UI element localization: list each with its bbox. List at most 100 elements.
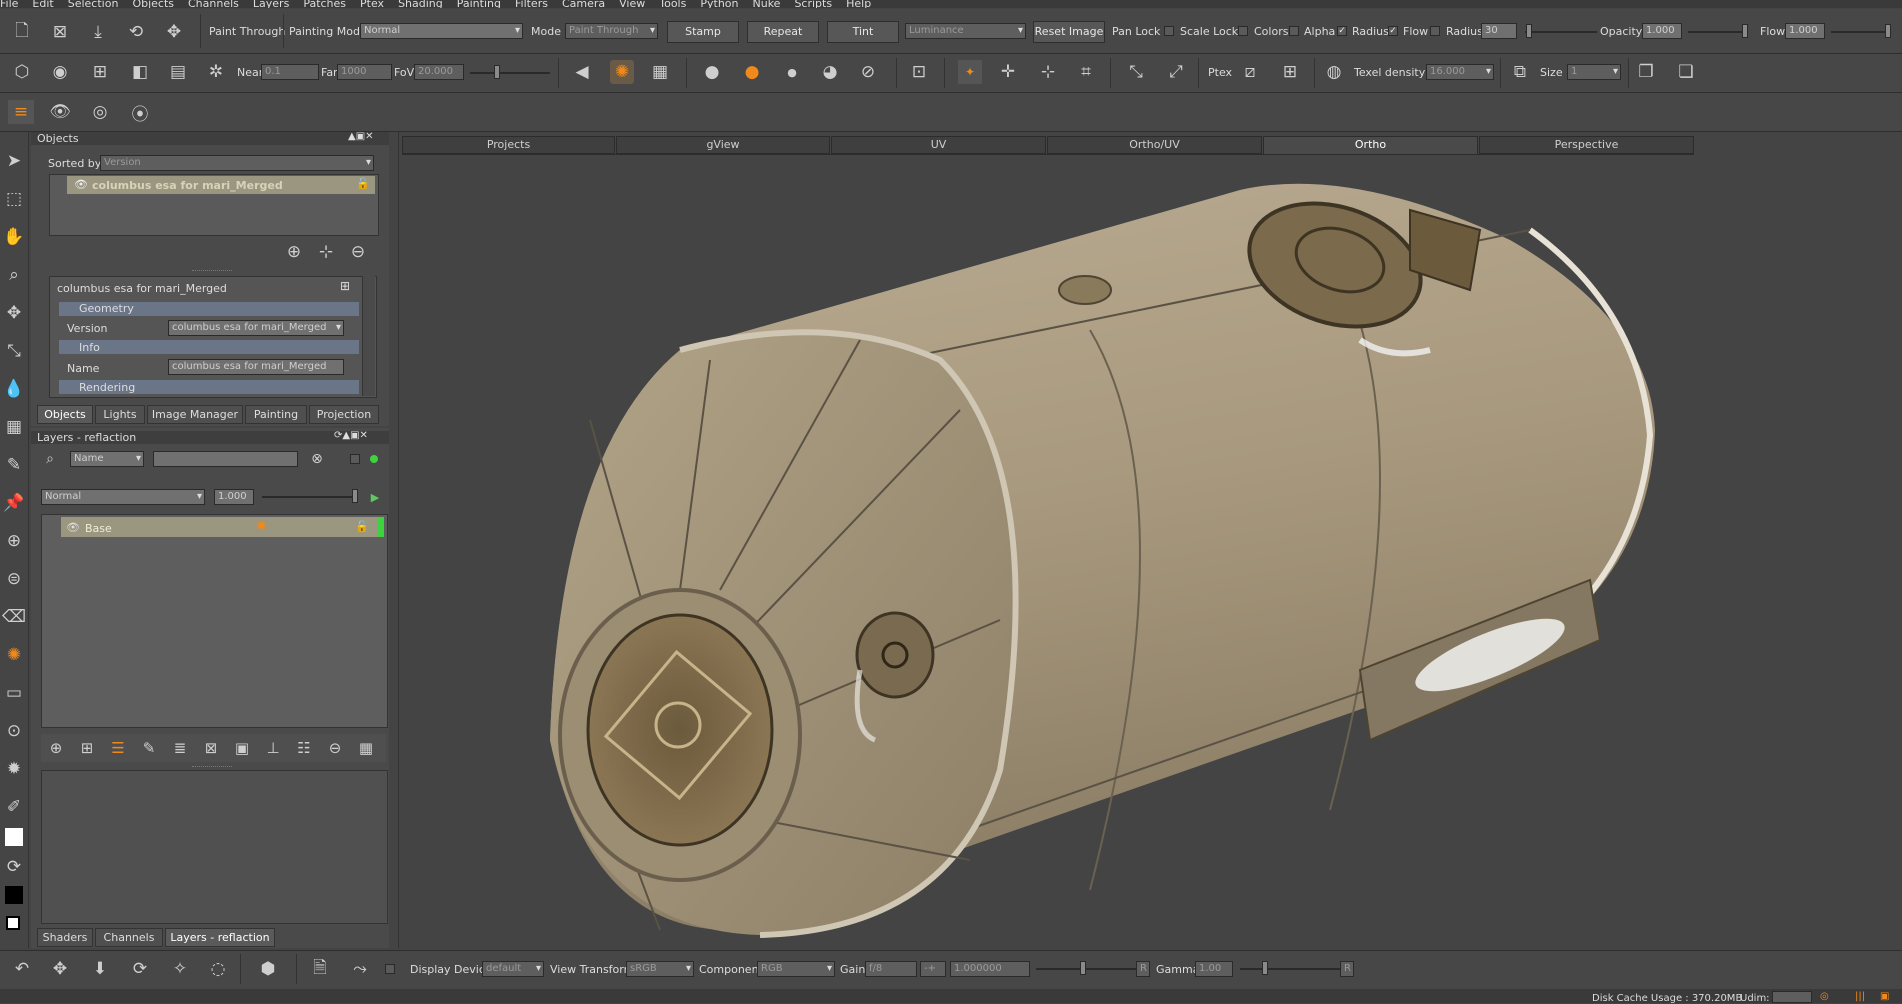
menu-item-nuke[interactable]: Nuke [753, 0, 781, 8]
gain-reset-icon[interactable]: R [1136, 961, 1150, 977]
globe-icon[interactable]: ◍ [1322, 60, 1346, 84]
eyedropper-icon[interactable]: ✐ [2, 796, 26, 818]
add-icon[interactable]: ⊕ [2, 530, 26, 552]
clear-filter-icon[interactable]: ⊗ [307, 448, 327, 470]
frame-all-icon[interactable]: ⊞ [88, 60, 112, 84]
reset-image-button[interactable]: Reset Image [1033, 21, 1105, 43]
foreground-color-swatch[interactable] [5, 828, 23, 846]
align-grid-icon[interactable]: ⌗ [1074, 60, 1098, 84]
stamp-button[interactable]: Stamp [667, 21, 739, 43]
remove-object-icon[interactable]: ⊖ [346, 240, 370, 264]
drop-icon[interactable]: 💧 [2, 378, 26, 400]
ptex-grid-icon[interactable]: ⊞ [1278, 60, 1302, 84]
paint-brush-icon[interactable]: ✺ [2, 644, 26, 666]
frame-box-icon[interactable]: ⊡ [907, 60, 931, 84]
align-layers-icon[interactable]: ⊥ [261, 736, 285, 760]
menu-item-scripts[interactable]: Scripts [794, 0, 832, 8]
dark-sphere-icon[interactable]: ◕ [818, 60, 842, 84]
gamma-slider-handle[interactable] [1262, 961, 1268, 975]
gamma-reset-icon[interactable]: R [1340, 961, 1354, 977]
tab-lights[interactable]: Lights [95, 405, 145, 424]
gradient-icon[interactable]: ▭ [2, 682, 26, 704]
panel-header-controls-icon[interactable]: ▲▣✕ [348, 131, 374, 142]
menu-item-camera[interactable]: Camera [562, 0, 605, 8]
radius-slider-handle[interactable] [1526, 24, 1532, 38]
flow-slider-handle[interactable] [1885, 24, 1891, 38]
view-tab-uv[interactable]: UV [831, 136, 1046, 154]
align-horizontal-icon[interactable]: ✛ [996, 60, 1020, 84]
clone-icon[interactable]: ⊙ [2, 720, 26, 742]
menu-item-shading[interactable]: Shading [398, 0, 443, 8]
curve-icon[interactable]: ⤳ [348, 958, 372, 980]
luminance-select[interactable]: Luminance [905, 23, 1026, 39]
smudge-icon[interactable]: ⊜ [2, 568, 26, 590]
alpha-checkbox[interactable]: ✓ [1337, 26, 1347, 36]
layer-opacity-field[interactable]: 1.000 [214, 489, 254, 505]
layers-eye-icon[interactable]: ≡ [8, 100, 34, 124]
pivot-point-icon[interactable]: ✦ [958, 60, 982, 84]
tint-button[interactable]: Tint [827, 21, 899, 43]
menu-item-objects[interactable]: Objects [132, 0, 174, 8]
add-folder-icon[interactable]: ▣ [230, 736, 254, 760]
panel-splitter[interactable] [192, 270, 232, 273]
view-tab-projects[interactable]: Projects [402, 136, 615, 154]
view-tab-ortho-uv[interactable]: Ortho/UV [1047, 136, 1262, 154]
menu-item-tools[interactable]: Tools [659, 0, 686, 8]
view-tab-gview[interactable]: gView [616, 136, 830, 154]
add-mask-icon[interactable]: ⊠ [199, 736, 223, 760]
flat-shading-icon[interactable]: ● [700, 60, 724, 84]
far-field[interactable]: 1000 [337, 64, 392, 80]
circle-select-icon[interactable]: ◌ [206, 958, 230, 980]
layer-opacity-track[interactable] [262, 496, 358, 498]
remove-layer-icon[interactable]: ⊖ [323, 736, 347, 760]
close-project-icon[interactable]: ⊠ [48, 20, 72, 44]
tab-shaders[interactable]: Shaders [37, 928, 93, 947]
paint-through-icon[interactable]: ◀ [570, 60, 594, 84]
module-render[interactable] [530, 170, 1670, 950]
menu-item-help[interactable]: Help [846, 0, 871, 8]
add-version-icon[interactable]: ⊹ [314, 240, 338, 264]
archive-icon[interactable]: ✥ [162, 20, 186, 44]
default-colors-icon[interactable] [6, 916, 20, 930]
tab-channels[interactable]: Channels [95, 928, 163, 947]
lasso-icon[interactable]: ✎ [2, 454, 26, 476]
transform-reset-icon[interactable]: ⤢ [1164, 60, 1188, 84]
size-field[interactable]: 1 [1567, 64, 1621, 80]
visibility-toggle-icon[interactable]: ⦿ [128, 100, 152, 125]
hidden-eye-icon[interactable]: ◎ [88, 100, 112, 124]
tab-objects[interactable]: Objects [37, 405, 93, 424]
align-vertical-icon[interactable]: ⊹ [1036, 60, 1060, 84]
settings-icon[interactable]: ✹ [2, 758, 26, 780]
fov-slider-track[interactable] [470, 72, 550, 74]
add-layer-icon[interactable]: ⊕ [44, 736, 68, 760]
layer-name[interactable]: Base [85, 522, 112, 535]
view-tab-ortho[interactable]: Ortho [1263, 136, 1478, 154]
copy-layer-icon[interactable]: ❐ [1634, 60, 1658, 84]
gamma-field[interactable]: 1.00 [1195, 961, 1233, 977]
orbit-view-icon[interactable]: ✧ [168, 958, 192, 980]
menu-item-view[interactable]: View [619, 0, 645, 8]
radius-checkbox[interactable]: ✓ [1388, 26, 1398, 36]
tab-projection[interactable]: Projection [309, 405, 379, 424]
grid-view-icon[interactable]: ▦ [354, 736, 378, 760]
small-sphere-icon[interactable]: ● [780, 60, 804, 84]
wireframe-box-icon[interactable]: ⬡ [10, 60, 34, 84]
properties-scrollbar[interactable] [362, 276, 375, 396]
add-object-icon[interactable]: ⊕ [282, 240, 306, 264]
size-grid-icon[interactable]: ⧉ [1508, 60, 1532, 84]
background-color-swatch[interactable] [5, 886, 23, 904]
move-view-icon[interactable]: ✥ [48, 958, 72, 980]
layers-panel-splitter[interactable] [192, 766, 232, 769]
fov-slider-handle[interactable] [494, 65, 500, 79]
object-lock-icon[interactable]: 🔓 [356, 177, 370, 190]
painting-mode-select[interactable]: Normal [360, 23, 523, 39]
geometry-section-label[interactable]: Geometry [79, 302, 134, 315]
swap-colors-icon[interactable]: ⟳ [2, 856, 26, 878]
scale-lock-checkbox[interactable] [1238, 26, 1248, 36]
new-icon[interactable]: 🗋 [10, 20, 34, 44]
tab-image-manager[interactable]: Image Manager [147, 405, 243, 424]
down-arrow-icon[interactable]: ⬇ [88, 958, 112, 980]
object-list-item-label[interactable]: columbus esa for mari_Merged [92, 179, 283, 192]
info-section-label[interactable]: Info [79, 341, 100, 354]
flow-checkbox[interactable] [1430, 26, 1440, 36]
